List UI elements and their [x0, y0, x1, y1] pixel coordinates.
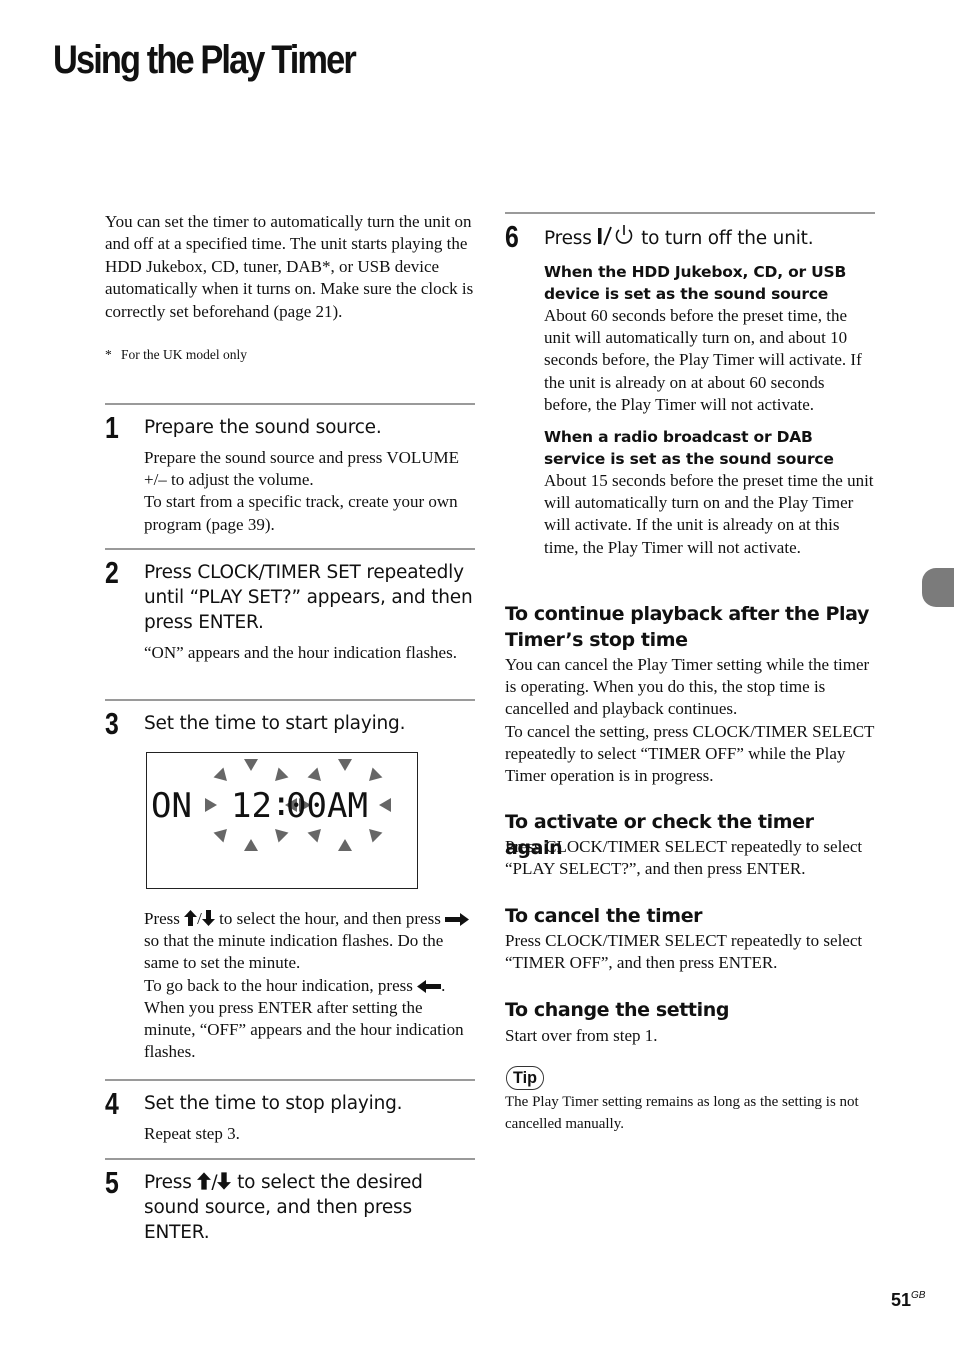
section-paragraph: Press CLOCK/TIMER SELECT repeatedly to s…	[505, 931, 863, 973]
body-text: When you press ENTER after setting the m…	[144, 997, 464, 1062]
step-body-line: Prepare the sound source and press VOLUM…	[144, 448, 460, 490]
step-body: “ON” appears and the hour indication fla…	[144, 642, 475, 664]
heading-text: Press	[144, 1172, 192, 1193]
section-body: Press CLOCK/TIMER SELECT repeatedly to s…	[505, 930, 877, 974]
subsection-body: About 15 seconds before the preset time …	[544, 471, 874, 557]
up-arrow-icon	[197, 1172, 212, 1190]
flash-ray	[244, 839, 258, 851]
step-heading: Set the time to stop playing.	[144, 1093, 403, 1114]
step-1: 1 Prepare the sound source. Prepare the …	[105, 403, 475, 536]
flash-ray	[369, 829, 383, 843]
step-body-line: Repeat step 3.	[144, 1124, 240, 1143]
flash-ray	[338, 839, 352, 851]
tip-text: The Play Timer setting remains as long a…	[505, 1094, 859, 1132]
step-3: 3 Set the time to start playing.	[105, 699, 475, 741]
step-number: 5	[105, 1165, 119, 1200]
step-heading: Prepare the sound source.	[144, 417, 382, 438]
section-paragraph: Start over from step 1.	[505, 1026, 658, 1045]
lcd-period: AM	[327, 786, 368, 826]
flash-ray	[379, 798, 391, 812]
step-number: 2	[105, 555, 119, 590]
flash-ray	[244, 759, 258, 771]
lcd-mode: ON	[151, 786, 192, 826]
subsection-title: When the HDD Jukebox, CD, or USB device …	[544, 263, 847, 303]
left-arrow-icon	[417, 979, 442, 993]
step-body-line: “ON” appears and the hour indication fla…	[144, 643, 457, 662]
step-number: 3	[105, 706, 119, 741]
lcd-hour: 12	[231, 786, 272, 826]
down-arrow-icon	[201, 910, 215, 926]
step-heading: Press CLOCK/TIMER SET repeatedly until “…	[144, 562, 473, 633]
flash-ray	[205, 798, 217, 812]
body-text: so that the minute indication flashes. D…	[144, 931, 444, 973]
page-title: Using the Play Timer	[53, 38, 357, 82]
subsection-body: About 60 seconds before the preset time,…	[544, 306, 862, 414]
step-body: Repeat step 3.	[144, 1123, 475, 1145]
page-number-value: 51	[891, 1290, 912, 1310]
flash-ray	[307, 767, 321, 781]
step-6: 6 Press to turn off the unit. When the H…	[505, 212, 875, 559]
step-4: 4 Set the time to stop playing. Repeat s…	[105, 1079, 475, 1145]
body-text: Press	[144, 909, 180, 928]
step-5: 5 Press / to select the desired sound so…	[105, 1158, 475, 1245]
section-heading: To change the setting	[505, 999, 730, 1021]
flash-ray	[369, 767, 383, 781]
body-text: to select the hour, and then press	[219, 909, 441, 928]
footnote-text: For the UK model only	[121, 347, 247, 362]
step-number: 6	[505, 219, 519, 254]
heading-text: Press	[544, 228, 592, 249]
flash-ray	[213, 767, 227, 781]
intro-paragraph: You can set the timer to automatically t…	[105, 212, 474, 321]
section-body: You can cancel the Play Timer setting wh…	[505, 654, 877, 787]
up-arrow-icon	[184, 910, 198, 926]
right-arrow-icon	[445, 913, 470, 926]
flash-ray	[338, 759, 352, 771]
section-body: Press CLOCK/TIMER SELECT repeatedly to s…	[505, 836, 877, 880]
step-body-line: To start from a specific track, create y…	[144, 492, 458, 534]
step-number: 1	[105, 410, 119, 445]
chapter-side-tab	[922, 568, 954, 607]
subsection-title: When a radio broadcast or DAB service is…	[544, 428, 834, 469]
section-heading: To continue playback after the Play Time…	[505, 603, 869, 651]
step-heading: Press / to select the desired sound sour…	[144, 1160, 475, 1245]
section-paragraph: Press CLOCK/TIMER SELECT repeatedly to s…	[505, 837, 863, 879]
down-arrow-icon	[217, 1172, 232, 1190]
body-text: .	[441, 975, 446, 995]
tip-badge: Tip	[506, 1066, 544, 1090]
section-body: Start over from step 1.	[505, 1025, 877, 1047]
section-paragraph: You can cancel the Play Timer setting wh…	[505, 655, 870, 719]
step-body: Press / to select the hour, and then pre…	[144, 908, 475, 1063]
flash-ray	[275, 767, 289, 781]
page-number: 51GB	[891, 1290, 925, 1311]
step-2: 2 Press CLOCK/TIMER SET repeatedly until…	[105, 548, 475, 664]
step-body: Prepare the sound source and press VOLUM…	[144, 447, 475, 536]
lcd-minute: 00	[286, 786, 327, 826]
footnote: * For the UK model only	[105, 346, 475, 364]
section-paragraph: To cancel the setting, press CLOCK/TIMER…	[505, 721, 875, 786]
lcd-display-svg: ON 12 : 00 AM	[151, 759, 391, 851]
section-heading: To cancel the timer	[505, 905, 703, 927]
step-3-body: Press / to select the hour, and then pre…	[105, 899, 475, 1063]
lcd-display-illustration: ON 12 : 00 AM	[146, 752, 418, 889]
flash-ray	[213, 829, 227, 843]
footnote-mark: *	[105, 347, 112, 362]
power-standby-icon	[598, 225, 633, 246]
step-number: 4	[105, 1086, 119, 1121]
page-region-code: GB	[911, 1290, 926, 1301]
flash-ray	[275, 829, 289, 843]
heading-text: to turn off the unit.	[641, 228, 814, 249]
step-heading: Press to turn off the unit.	[544, 214, 875, 251]
step-heading: Set the time to start playing.	[144, 713, 406, 734]
flash-ray	[307, 829, 321, 843]
body-text: To go back to the hour indication, press	[144, 975, 413, 995]
